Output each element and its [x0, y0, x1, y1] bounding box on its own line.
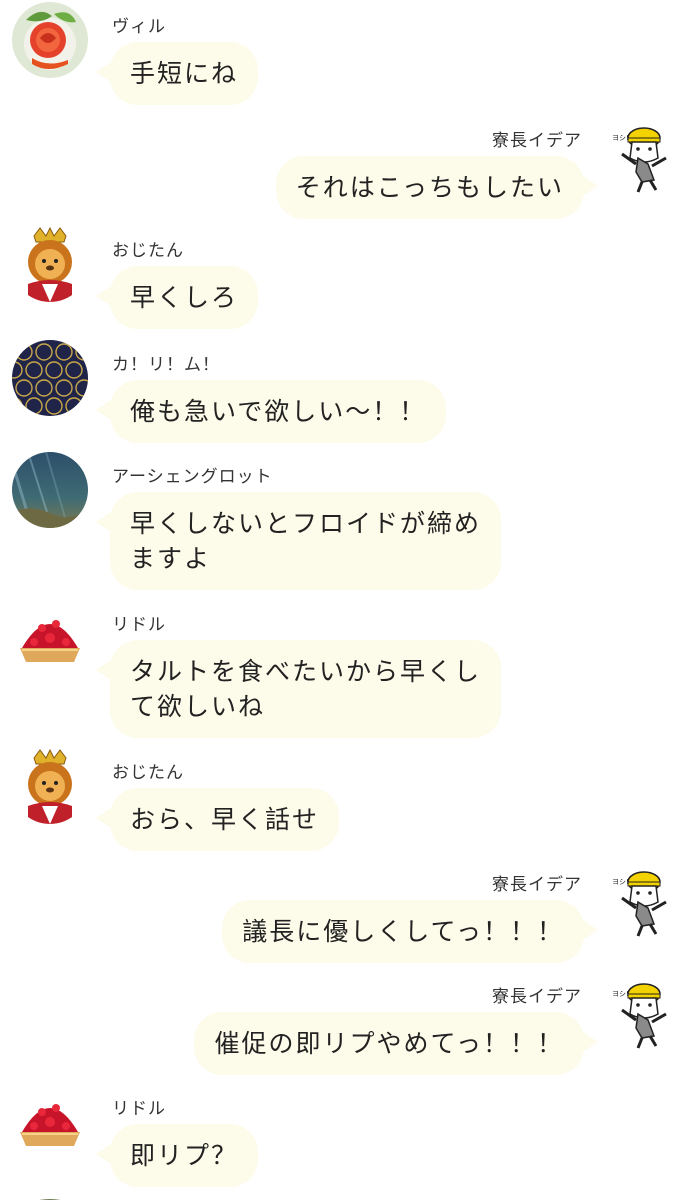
message-row: ヨシ! 寮長イデア それはこっちもしたい	[0, 118, 696, 228]
avatar-partial[interactable]	[20, 1190, 80, 1200]
message-row: おじたん おら、早く話せ	[0, 748, 696, 858]
sender-name: リドル	[112, 615, 166, 635]
sender-name: おじたん	[112, 763, 184, 783]
message-row: おじたん 早くしろ	[0, 226, 696, 336]
avatar[interactable]	[12, 748, 88, 824]
svg-text:ヨシ!: ヨシ!	[612, 990, 629, 998]
message-text-line: ますよ	[130, 544, 212, 573]
message-text: 議長に優しくしてっ！！！	[242, 917, 564, 946]
message-bubble[interactable]: それはこっちもしたい	[275, 156, 584, 219]
message-row: リドル タルトを食べたいから早くし て欲しいね	[0, 600, 696, 740]
message-bubble[interactable]: 催促の即リプやめてっ！！！	[194, 1012, 584, 1075]
message-text: 即リプ？	[130, 1141, 239, 1170]
sea-avatar-icon	[12, 452, 88, 528]
message-text: 手短にね	[130, 59, 239, 88]
avatar[interactable]	[12, 340, 88, 416]
strawberry-tart-avatar-icon	[12, 1084, 88, 1160]
message-bubble[interactable]: 議長に優しくしてっ！！！	[222, 900, 584, 963]
message-text: それはこっちもしたい	[295, 173, 564, 202]
avatar[interactable]	[12, 1084, 88, 1160]
message-text-line: 早くしないとフロイドが締め	[130, 509, 482, 538]
rose-avatar-icon	[12, 2, 88, 78]
sender-name: アーシェングロット	[112, 467, 273, 487]
message-row: リドル 即リプ？	[0, 1084, 696, 1194]
message-text-line: タルトを食べたいから早くし	[130, 657, 482, 686]
message-bubble[interactable]: おら、早く話せ	[110, 788, 340, 851]
message-bubble[interactable]: 早くしないとフロイドが締め ますよ	[110, 492, 502, 590]
sender-name: 寮長イデア	[492, 987, 582, 1007]
avatar[interactable]	[12, 600, 88, 676]
message-row: ヴィル 手短にね	[0, 2, 696, 112]
message-bubble[interactable]: 俺も急いで欲しい〜！！	[110, 380, 447, 443]
sender-name: おじたん	[112, 241, 184, 261]
cat-helmet-avatar-icon: ヨシ!	[608, 862, 684, 938]
message-text: 催促の即リプやめてっ！！！	[214, 1029, 564, 1058]
message-row: カ！リ！ム！ 俺も急いで欲しい〜！！	[0, 340, 696, 450]
sender-name: 寮長イデア	[492, 875, 582, 895]
avatar[interactable]: ヨシ!	[608, 118, 684, 194]
strawberry-tart-avatar-icon	[12, 600, 88, 676]
message-text: 早くしろ	[130, 283, 239, 312]
message-bubble[interactable]: タルトを食べたいから早くし て欲しいね	[110, 640, 502, 738]
cat-helmet-avatar-icon: ヨシ!	[608, 118, 684, 194]
sender-name: 寮長イデア	[492, 131, 582, 151]
message-text: おら、早く話せ	[130, 805, 320, 834]
avatar[interactable]	[12, 2, 88, 78]
message-bubble[interactable]: 手短にね	[110, 42, 259, 105]
pattern-avatar-icon	[12, 340, 88, 416]
message-text: 俺も急いで欲しい〜！！	[130, 397, 427, 426]
message-row: アーシェングロット 早くしないとフロイドが締め ますよ	[0, 452, 696, 592]
message-bubble[interactable]: 即リプ？	[110, 1124, 259, 1187]
avatar[interactable]	[12, 226, 88, 302]
sender-name: カ！リ！ム！	[112, 355, 220, 375]
avatar-icon	[39, 1199, 61, 1200]
sender-name: リドル	[112, 1099, 166, 1119]
cat-helmet-avatar-icon: ヨシ!	[608, 974, 684, 1050]
avatar[interactable]: ヨシ!	[608, 974, 684, 1050]
message-text-line: て欲しいね	[130, 692, 266, 721]
message-row: ヨシ! 寮長イデア 議長に優しくしてっ！！！	[0, 862, 696, 972]
message-row: ヨシ! 寮長イデア 催促の即リプやめてっ！！！	[0, 974, 696, 1084]
lion-king-avatar-icon	[12, 226, 88, 302]
sender-name: ヴィル	[112, 17, 166, 37]
message-bubble[interactable]: 早くしろ	[110, 266, 259, 329]
avatar[interactable]: ヨシ!	[608, 862, 684, 938]
svg-text:ヨシ!: ヨシ!	[612, 878, 629, 886]
lion-king-avatar-icon	[12, 748, 88, 824]
avatar[interactable]	[12, 452, 88, 528]
svg-text:ヨシ!: ヨシ!	[612, 134, 629, 142]
